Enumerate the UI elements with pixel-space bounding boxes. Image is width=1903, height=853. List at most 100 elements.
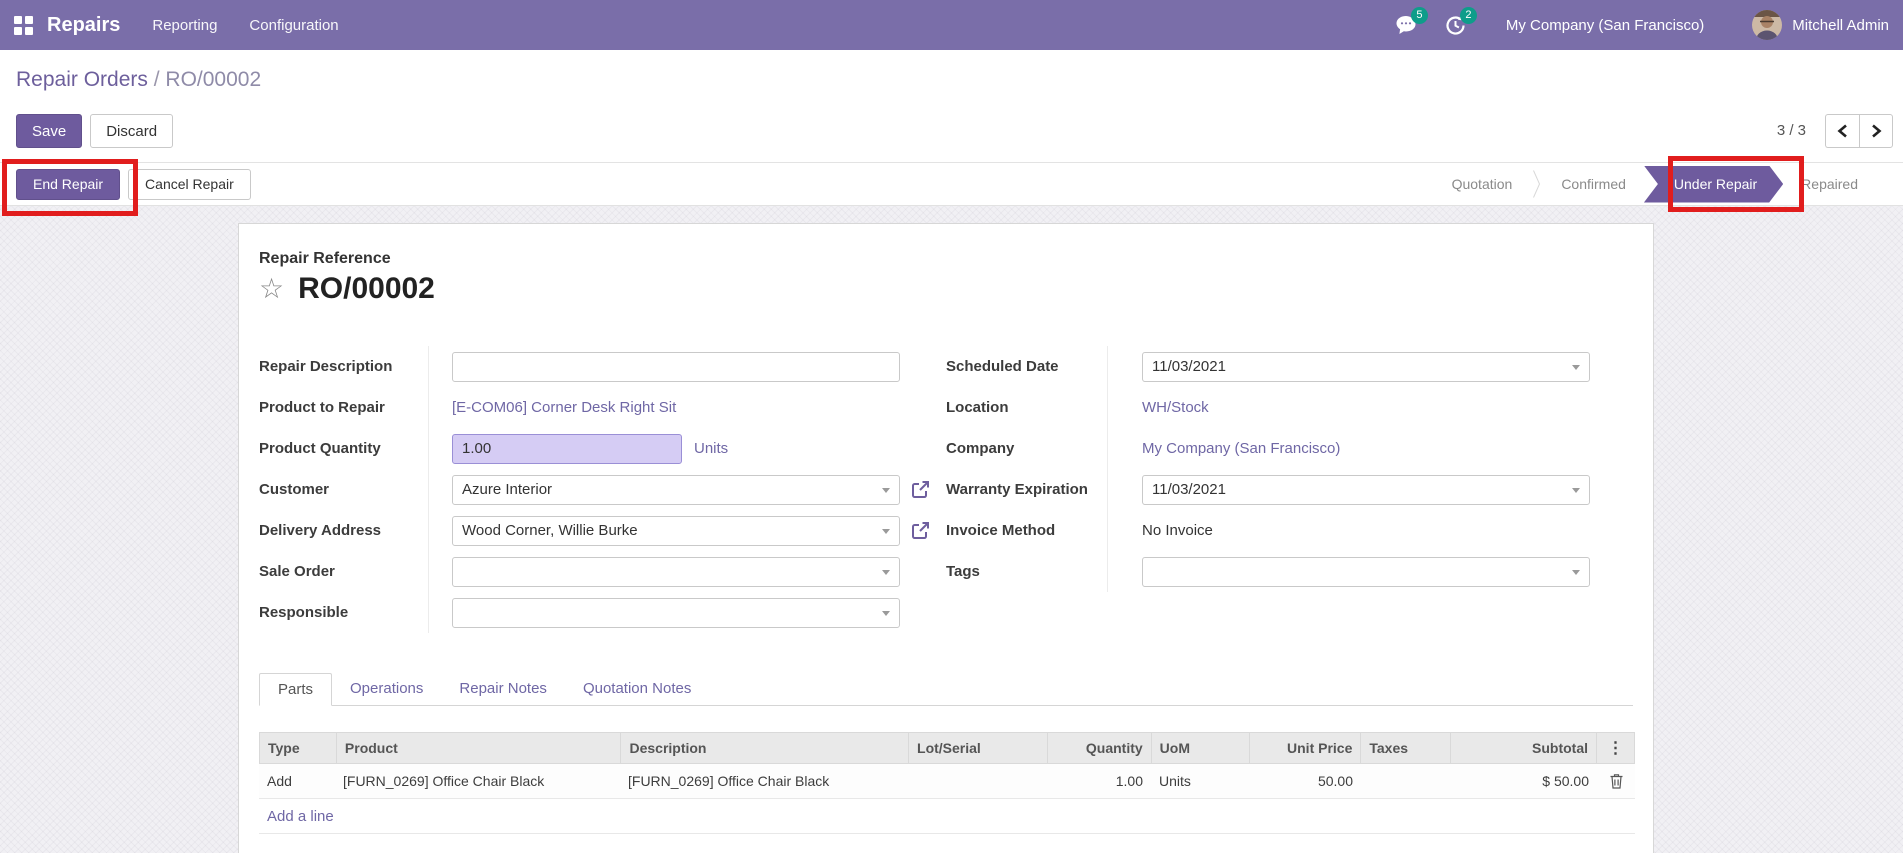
cell-description[interactable]: [FURN_0269] Office Chair Black	[620, 764, 908, 798]
customer-input[interactable]	[452, 475, 900, 505]
delete-row-trash-icon[interactable]	[1609, 773, 1624, 789]
cell-unit-price[interactable]: 50.00	[1249, 764, 1361, 798]
customer-external-link-icon[interactable]	[910, 479, 931, 500]
column-header-description[interactable]: Description	[620, 733, 908, 763]
end-repair-button[interactable]: End Repair	[16, 169, 120, 200]
field-row-tags: Tags	[946, 551, 1633, 592]
form-sheet: Repair Reference ☆ RO/00002 Repair Descr…	[238, 223, 1654, 853]
cell-uom[interactable]: Units	[1151, 764, 1249, 798]
company-link[interactable]: My Company (San Francisco)	[1142, 440, 1340, 457]
menu-configuration[interactable]: Configuration	[249, 17, 338, 34]
scheduled-date-input[interactable]	[1142, 352, 1590, 382]
tab-parts[interactable]: Parts	[259, 673, 332, 706]
messages-button[interactable]: 5	[1395, 15, 1417, 35]
column-header-product[interactable]: Product	[336, 733, 621, 763]
parts-table: Type Product Description Lot/Serial Quan…	[259, 732, 1635, 834]
statusbar-states: Quotation Confirmed Under Repair Repaire…	[1434, 166, 1876, 203]
cancel-repair-button[interactable]: Cancel Repair	[128, 169, 251, 200]
field-label: Responsible	[259, 604, 428, 621]
record-pager	[1825, 114, 1893, 148]
add-a-line-link[interactable]: Add a line	[267, 808, 334, 825]
activities-button[interactable]: 2	[1445, 15, 1466, 36]
activities-badge: 2	[1460, 7, 1477, 24]
field-row-warranty-expiration: Warranty Expiration	[946, 469, 1633, 510]
cell-quantity[interactable]: 1.00	[1047, 764, 1151, 798]
field-label: Delivery Address	[259, 522, 428, 539]
column-header-taxes[interactable]: Taxes	[1360, 733, 1450, 763]
tab-repair-notes[interactable]: Repair Notes	[441, 673, 565, 705]
company-switcher[interactable]: My Company (San Francisco)	[1506, 17, 1704, 34]
column-header-subtotal[interactable]: Subtotal	[1450, 733, 1596, 763]
form-statusbar: End Repair Cancel Repair Quotation Confi…	[0, 163, 1903, 206]
pager-next-button[interactable]	[1859, 114, 1893, 148]
field-row-invoice-method: Invoice Method No Invoice	[946, 510, 1633, 551]
state-under-repair[interactable]: Under Repair	[1644, 166, 1783, 203]
cell-taxes[interactable]	[1361, 764, 1451, 798]
warranty-expiration-input[interactable]	[1142, 475, 1590, 505]
state-separator-icon	[1532, 169, 1541, 199]
add-line-row: Add a line	[259, 799, 1635, 834]
field-label: Tags	[946, 563, 1107, 580]
tags-input[interactable]	[1142, 557, 1590, 587]
field-label: Product to Repair	[259, 399, 428, 416]
state-quotation[interactable]: Quotation	[1434, 166, 1531, 203]
column-header-unit-price[interactable]: Unit Price	[1249, 733, 1361, 763]
grid-square	[14, 27, 22, 35]
product-to-repair-link[interactable]: [E-COM06] Corner Desk Right Sit	[452, 399, 676, 416]
app-name[interactable]: Repairs	[47, 14, 120, 37]
field-row-location: Location WH/Stock	[946, 387, 1633, 428]
cell-lot-serial[interactable]	[908, 764, 1047, 798]
field-label: Company	[946, 440, 1107, 457]
record-pager-count: 3 / 3	[1777, 122, 1806, 139]
navbar-left: Repairs Reporting Configuration	[0, 14, 339, 37]
field-label: Invoice Method	[946, 522, 1107, 539]
chevron-right-icon	[1871, 124, 1882, 138]
grid-square	[25, 27, 33, 35]
column-header-uom[interactable]: UoM	[1151, 733, 1249, 763]
messages-badge: 5	[1411, 7, 1428, 24]
responsible-input[interactable]	[452, 598, 900, 628]
delivery-address-input[interactable]	[452, 516, 900, 546]
repair-reference-title: RO/00002	[298, 272, 435, 306]
field-row-responsible: Responsible	[259, 592, 946, 633]
discard-button[interactable]: Discard	[90, 114, 173, 148]
field-row-sale-order: Sale Order	[259, 551, 946, 592]
menu-reporting[interactable]: Reporting	[152, 17, 217, 34]
favorite-star-icon[interactable]: ☆	[259, 274, 284, 304]
user-avatar[interactable]	[1752, 10, 1782, 40]
column-header-lot-serial[interactable]: Lot/Serial	[908, 733, 1047, 763]
breadcrumb-current: RO/00002	[165, 68, 261, 91]
quantity-uom-link[interactable]: Units	[694, 440, 728, 457]
field-label: Warranty Expiration	[946, 481, 1107, 498]
tab-operations[interactable]: Operations	[332, 673, 441, 705]
location-link[interactable]: WH/Stock	[1142, 399, 1209, 416]
title-row: ☆ RO/00002	[259, 272, 1633, 306]
user-menu[interactable]: Mitchell Admin	[1792, 17, 1889, 34]
field-row-scheduled-date: Scheduled Date	[946, 346, 1633, 387]
field-label: Location	[946, 399, 1107, 416]
apps-menu-icon[interactable]	[14, 16, 33, 35]
breadcrumb-repair-orders[interactable]: Repair Orders	[16, 68, 148, 91]
reference-field-label: Repair Reference	[259, 250, 1633, 268]
state-repaired[interactable]: Repaired	[1783, 166, 1876, 203]
delivery-address-external-link-icon[interactable]	[910, 520, 931, 541]
sale-order-input[interactable]	[452, 557, 900, 587]
optional-columns-toggle[interactable]: ⋮	[1596, 733, 1634, 763]
field-label: Product Quantity	[259, 440, 428, 457]
product-quantity-input[interactable]	[452, 434, 682, 464]
cell-type[interactable]: Add	[259, 764, 335, 798]
tab-quotation-notes[interactable]: Quotation Notes	[565, 673, 709, 705]
parts-table-row[interactable]: Add [FURN_0269] Office Chair Black [FURN…	[259, 764, 1635, 799]
state-confirmed[interactable]: Confirmed	[1543, 166, 1644, 203]
save-button[interactable]: Save	[16, 114, 82, 148]
field-label: Repair Description	[259, 358, 428, 375]
top-navbar: Repairs Reporting Configuration 5 2 My C…	[0, 0, 1903, 50]
field-row-delivery-address: Delivery Address	[259, 510, 946, 551]
field-group-left: Repair Description Product to Repair [E-…	[259, 346, 946, 633]
pager-previous-button[interactable]	[1825, 114, 1859, 148]
cell-subtotal[interactable]: $ 50.00	[1451, 764, 1597, 798]
cell-product[interactable]: [FURN_0269] Office Chair Black	[335, 764, 620, 798]
column-header-type[interactable]: Type	[260, 733, 336, 763]
repair-description-input[interactable]	[452, 352, 900, 382]
column-header-quantity[interactable]: Quantity	[1047, 733, 1151, 763]
